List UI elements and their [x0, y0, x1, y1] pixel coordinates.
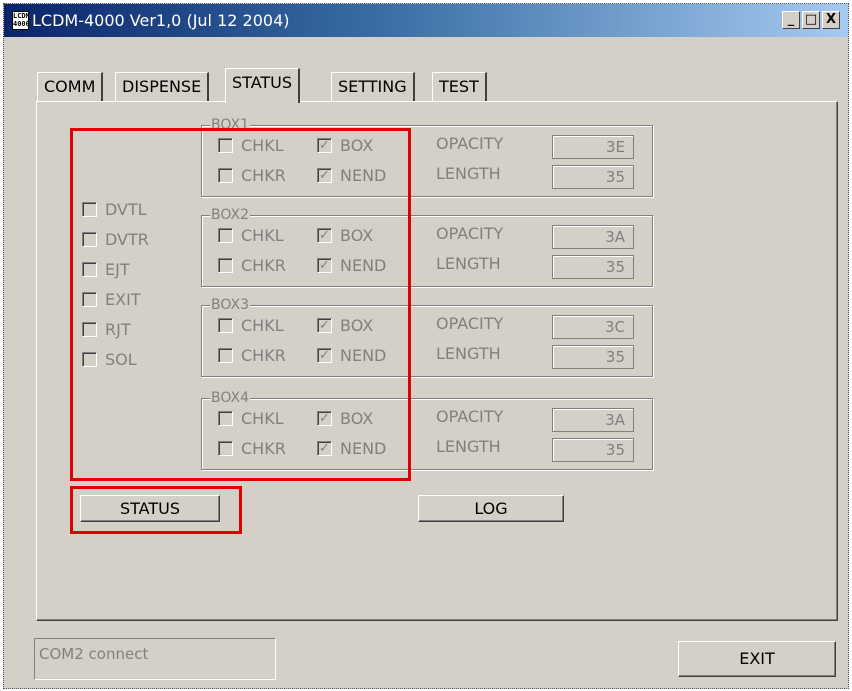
- box3-length-label: LENGTH: [436, 344, 501, 363]
- highlight-frame-sensors: [70, 128, 411, 481]
- box1-opacity-label: OPACITY: [436, 134, 504, 153]
- box2-length-value: 35: [552, 255, 634, 279]
- app-window: LCDM 4000 LCDM-4000 Ver1,0 (Jul 12 2004)…: [3, 3, 849, 689]
- tab-dispense[interactable]: DISPENSE: [115, 72, 210, 102]
- minimize-button[interactable]: _: [782, 11, 800, 29]
- box1-length-label: LENGTH: [436, 164, 501, 183]
- box3-opacity-label: OPACITY: [436, 314, 504, 333]
- box1-opacity-value: 3E: [552, 135, 634, 159]
- tab-comm[interactable]: COMM: [37, 72, 104, 102]
- tab-test[interactable]: TEST: [432, 72, 487, 102]
- tab-status[interactable]: STATUS: [225, 68, 301, 103]
- box1-length-value: 35: [552, 165, 634, 189]
- box4-length-value: 35: [552, 438, 634, 462]
- box2-opacity-label: OPACITY: [436, 224, 504, 243]
- close-button[interactable]: X: [822, 11, 840, 29]
- app-icon: LCDM 4000: [12, 11, 29, 30]
- tab-setting[interactable]: SETTING: [331, 72, 415, 102]
- maximize-button[interactable]: □: [802, 11, 820, 29]
- box2-length-label: LENGTH: [436, 254, 501, 273]
- box4-opacity-value: 3A: [552, 408, 634, 432]
- title-bar[interactable]: LCDM 4000 LCDM-4000 Ver1,0 (Jul 12 2004)…: [4, 4, 848, 37]
- connection-status-field: COM2 connect: [34, 638, 276, 680]
- box4-length-label: LENGTH: [436, 437, 501, 456]
- window-title: LCDM-4000 Ver1,0 (Jul 12 2004): [32, 11, 290, 30]
- box4-opacity-label: OPACITY: [436, 407, 504, 426]
- log-button[interactable]: LOG: [418, 495, 564, 522]
- box2-opacity-value: 3A: [552, 225, 634, 249]
- box3-opacity-value: 3C: [552, 315, 634, 339]
- exit-button[interactable]: EXIT: [678, 641, 836, 677]
- box3-length-value: 35: [552, 345, 634, 369]
- highlight-frame-status-button: [70, 486, 242, 534]
